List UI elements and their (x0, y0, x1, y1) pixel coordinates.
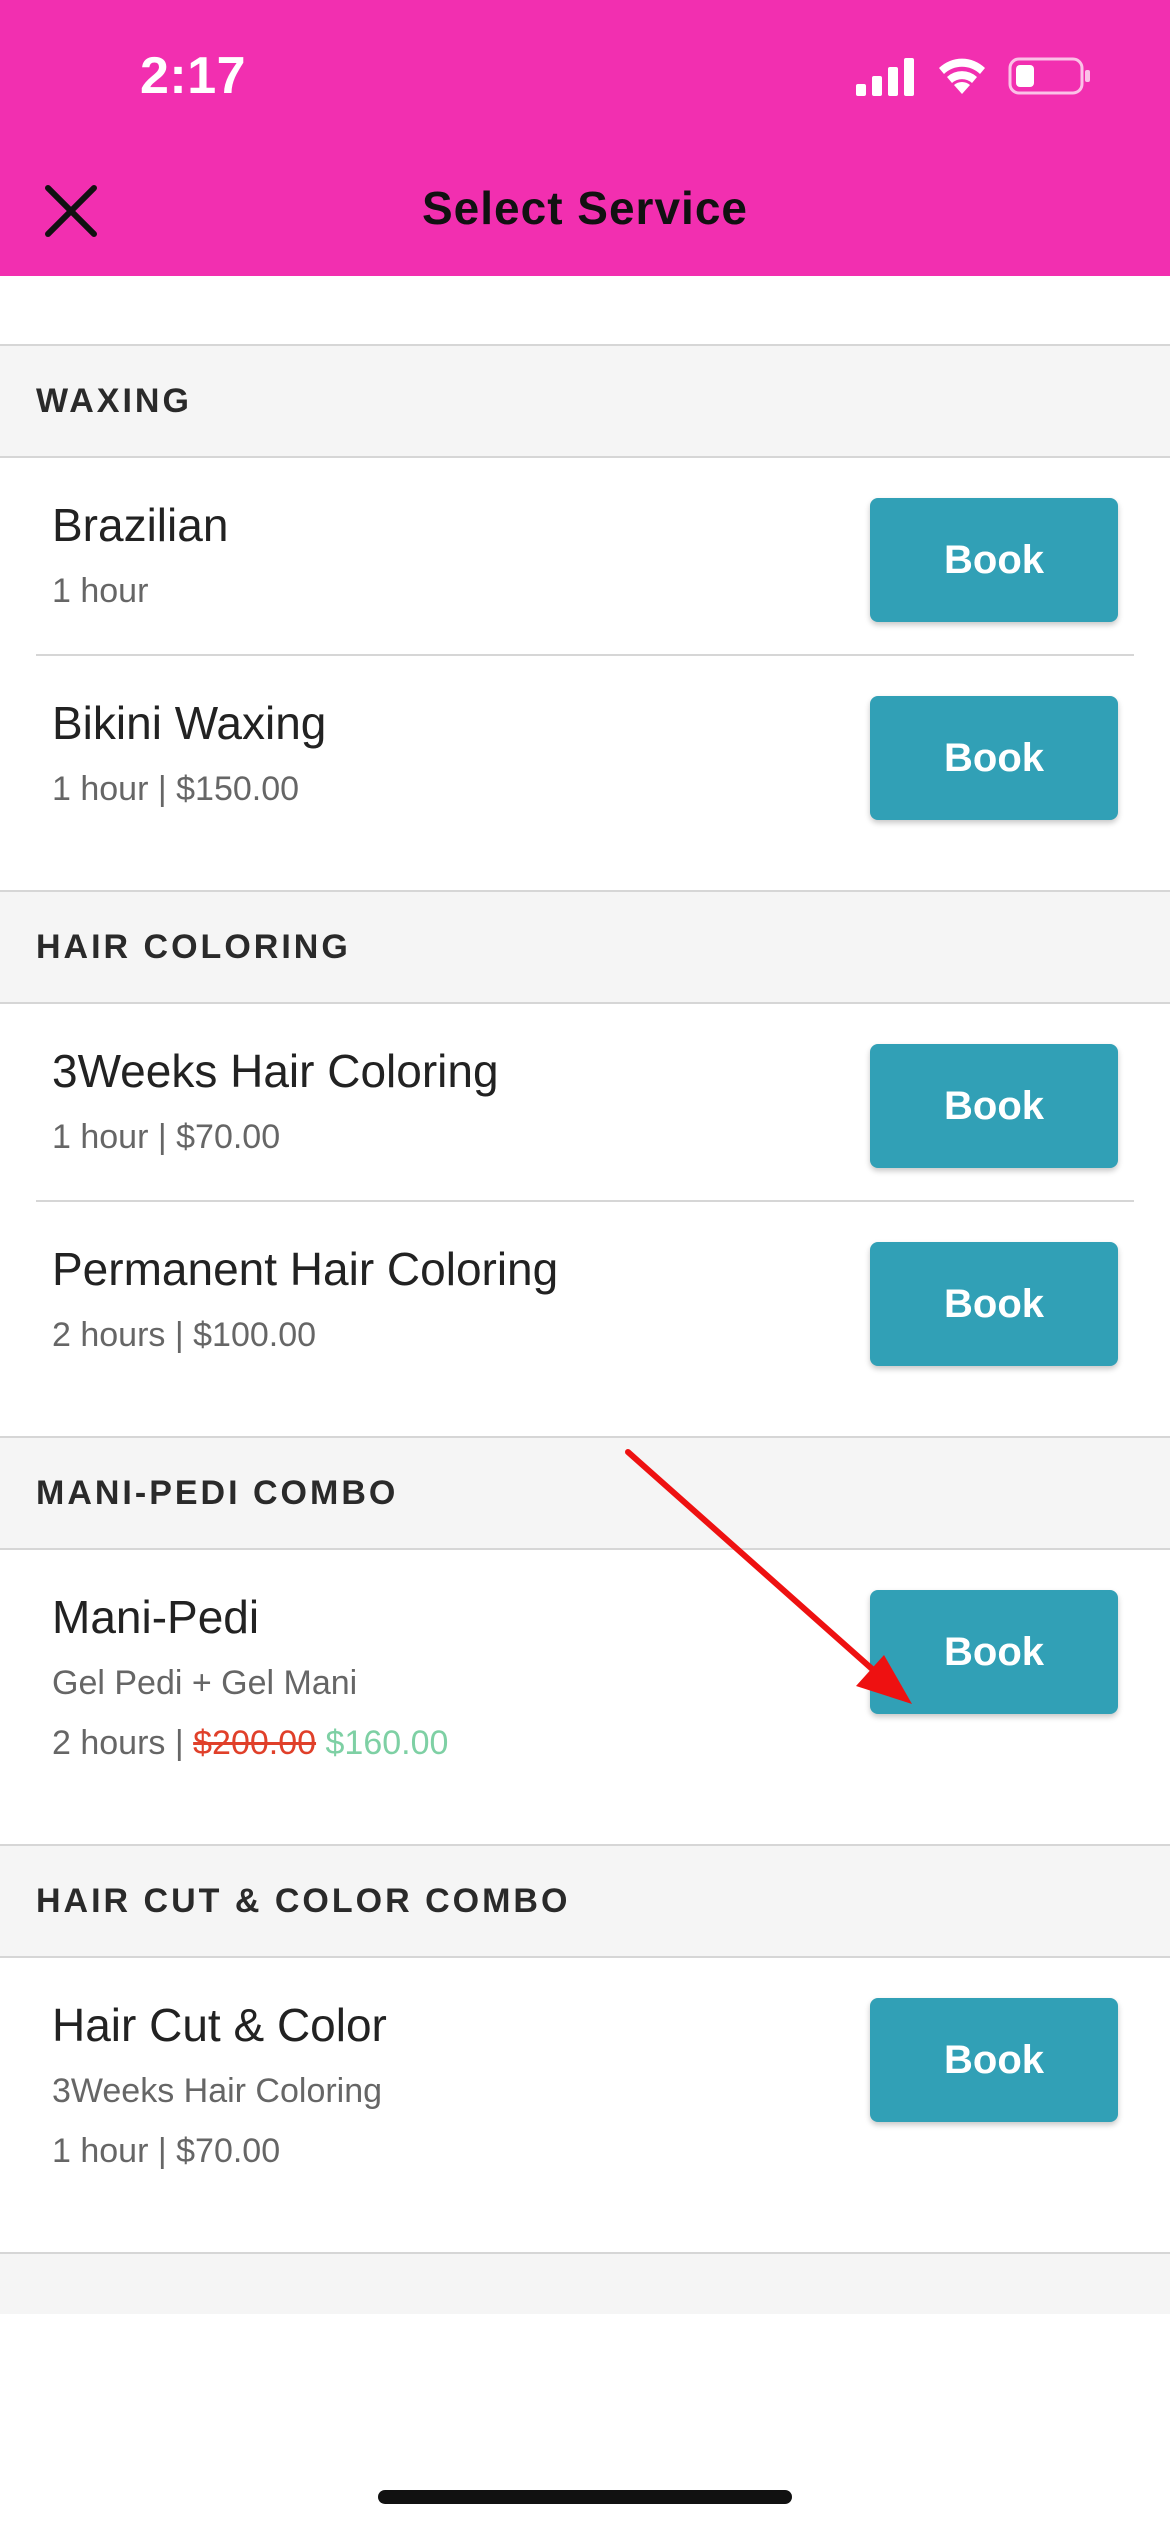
service-item-brazilian: Brazilian 1 hour Book (36, 458, 1134, 654)
wifi-icon (939, 58, 985, 94)
service-item-hair-cut-color: Hair Cut & Color 3Weeks Hair Coloring 1 … (36, 1958, 1134, 2214)
section-body-mani-pedi-combo: Mani-Pedi Gel Pedi + Gel Mani 2 hours | … (0, 1550, 1170, 1846)
section-body-hair-cut-color-combo: Hair Cut & Color 3Weeks Hair Coloring 1 … (0, 1958, 1170, 2254)
list-top-spacer (0, 276, 1170, 346)
service-detail: 1 hour | $70.00 (52, 2132, 281, 2170)
section-header-waxing: WAXING (0, 346, 1170, 458)
book-button[interactable]: Book (870, 1044, 1118, 1168)
service-item-3weeks-hair-coloring: 3Weeks Hair Coloring 1 hour | $70.00 Boo… (36, 1004, 1134, 1200)
section-header-hair-cut-color-combo: HAIR CUT & COLOR COMBO (0, 1846, 1170, 1958)
service-price-line: 2 hours | $200.00 $160.00 (52, 1720, 1134, 1766)
section-title: HAIR COLORING (36, 927, 351, 966)
section-header-hair-coloring: HAIR COLORING (0, 892, 1170, 1004)
cellular-signal-icon (856, 58, 914, 96)
section-body-waxing: Brazilian 1 hour Book Bikini Waxing 1 ho… (0, 458, 1170, 892)
section-title: WAXING (36, 381, 192, 420)
sale-price: $160.00 (325, 1724, 449, 1762)
screen: 2:17 Select Service WAXING Brazilian 1 h… (0, 0, 1170, 2532)
section-header-mani-pedi-combo: MANI-PEDI COMBO (0, 1438, 1170, 1550)
service-item-mani-pedi: Mani-Pedi Gel Pedi + Gel Mani 2 hours | … (36, 1550, 1134, 1806)
book-button[interactable]: Book (870, 498, 1118, 622)
service-item-bikini-waxing: Bikini Waxing 1 hour | $150.00 Book (36, 654, 1134, 852)
page-title: Select Service (421, 182, 748, 234)
book-button[interactable]: Book (870, 696, 1118, 820)
book-button[interactable]: Book (870, 1998, 1118, 2122)
section-title: MANI-PEDI COMBO (36, 1473, 399, 1512)
status-time: 2:17 (140, 47, 247, 105)
header-bar: 2:17 Select Service (0, 0, 1170, 276)
section-title: HAIR CUT & COLOR COMBO (36, 1881, 571, 1920)
list-bottom-fill (0, 2254, 1170, 2314)
home-indicator[interactable] (378, 2490, 792, 2504)
book-button[interactable]: Book (870, 1590, 1118, 1714)
service-item-permanent-hair-coloring: Permanent Hair Coloring 2 hours | $100.0… (36, 1200, 1134, 1398)
original-price: $200.00 (193, 1724, 317, 1762)
book-button[interactable]: Book (870, 1242, 1118, 1366)
battery-icon (1008, 57, 1090, 95)
service-list: WAXING Brazilian 1 hour Book Bikini Waxi… (0, 276, 1170, 2314)
service-duration: 2 hours | (52, 1724, 184, 1762)
section-body-hair-coloring: 3Weeks Hair Coloring 1 hour | $70.00 Boo… (0, 1004, 1170, 1438)
